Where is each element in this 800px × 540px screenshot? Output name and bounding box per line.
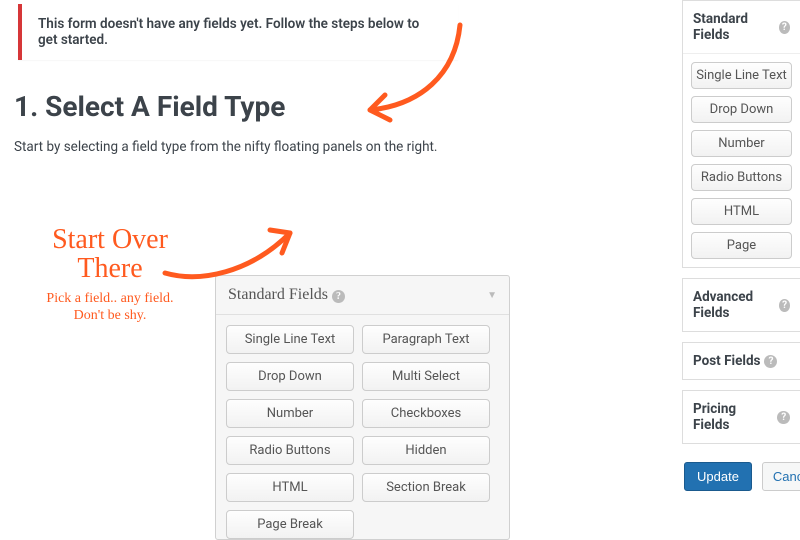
help-icon[interactable]: ? [332, 290, 345, 303]
notice-text: This form doesn't have any fields yet. F… [38, 16, 419, 48]
field-type-button[interactable]: Radio Buttons [691, 164, 792, 191]
annotation-line: There [77, 253, 142, 284]
field-type-button[interactable]: HTML [691, 198, 792, 225]
field-type-button[interactable]: Hidden [362, 436, 490, 465]
field-type-button[interactable]: Single Line Text [226, 325, 354, 354]
field-type-button[interactable]: Single Line Text [691, 62, 792, 89]
field-type-button[interactable]: Number [691, 130, 792, 157]
field-type-button[interactable]: Number [226, 399, 354, 428]
help-icon[interactable]: ? [779, 21, 790, 34]
annotation-line: Start Over [52, 224, 168, 255]
sidebar-post-fields-panel[interactable]: Post Fields ? [682, 342, 800, 380]
help-icon[interactable]: ? [779, 299, 790, 312]
field-type-button[interactable]: Paragraph Text [362, 325, 490, 354]
cancel-button[interactable]: Cancel [762, 462, 800, 491]
sidebar-advanced-fields-panel[interactable]: Advanced Fields ? [682, 278, 800, 332]
sidebar-panel-title: Standard Fields [693, 11, 775, 43]
handwritten-annotation: Start Over There Pick a field.. any fiel… [20, 225, 200, 325]
demo-panel-title: Standard Fields [228, 286, 328, 303]
annotation-sub: Don't be shy. [74, 308, 147, 323]
field-type-button[interactable]: Page Break [226, 510, 354, 539]
field-type-button[interactable]: Checkboxes [362, 399, 490, 428]
section-subtext: Start by selecting a field type from the… [14, 139, 530, 155]
help-icon[interactable]: ? [764, 355, 777, 368]
demo-panel-body: Single Line Text Paragraph Text Drop Dow… [216, 315, 509, 539]
field-type-button[interactable]: Drop Down [691, 96, 792, 123]
section-heading: 1. Select A Field Type [14, 90, 530, 123]
demo-fields-panel: Standard Fields ? ▼ Single Line Text Par… [215, 275, 510, 540]
field-type-button[interactable]: Section Break [362, 473, 490, 502]
chevron-down-icon[interactable]: ▼ [487, 290, 497, 301]
field-type-button[interactable]: Drop Down [226, 362, 354, 391]
field-type-button[interactable]: Multi Select [362, 362, 490, 391]
help-icon[interactable]: ? [777, 411, 790, 424]
sidebar-panel-header[interactable]: Pricing Fields ? [683, 391, 800, 443]
empty-form-notice: This form doesn't have any fields yet. F… [18, 4, 458, 60]
demo-panel-header[interactable]: Standard Fields ? ▼ [216, 276, 509, 315]
sidebar-standard-fields-panel: Standard Fields ? Single Line Text Drop … [682, 0, 800, 268]
field-type-button[interactable]: Page [691, 232, 792, 259]
update-button[interactable]: Update [684, 462, 752, 491]
annotation-sub: Pick a field.. any field. [46, 291, 173, 306]
sidebar-panel-header[interactable]: Advanced Fields ? [683, 279, 800, 331]
sidebar-panel-header[interactable]: Standard Fields ? [683, 1, 800, 54]
sidebar-panel-title: Post Fields [693, 353, 760, 369]
sidebar-pricing-fields-panel[interactable]: Pricing Fields ? [682, 390, 800, 444]
field-type-button[interactable]: HTML [226, 473, 354, 502]
field-type-button[interactable]: Radio Buttons [226, 436, 354, 465]
sidebar-panel-title: Pricing Fields [693, 401, 773, 433]
sidebar-panel-title: Advanced Fields [693, 289, 775, 321]
sidebar-panel-header[interactable]: Post Fields ? [683, 343, 800, 379]
